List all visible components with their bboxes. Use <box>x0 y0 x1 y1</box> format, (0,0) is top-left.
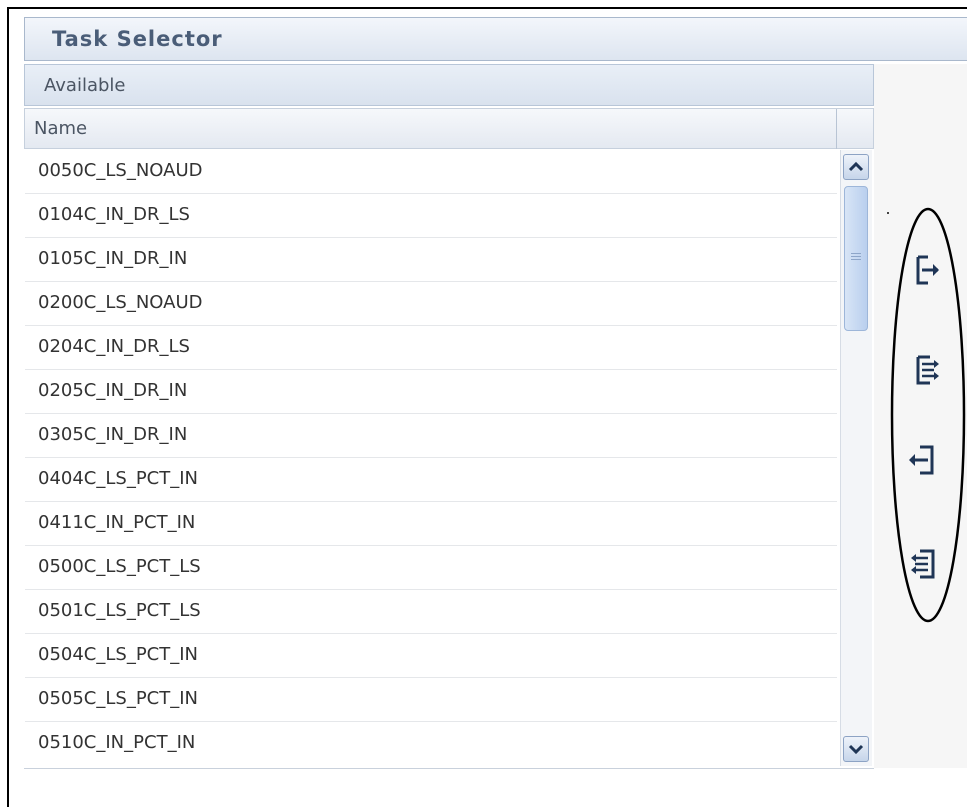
list-item-label: 0204C_IN_DR_LS <box>38 336 190 357</box>
list-item[interactable]: 0204C_IN_DR_LS <box>25 326 837 370</box>
scroll-down-button[interactable] <box>843 736 869 762</box>
list-item-label: 0404C_LS_PCT_IN <box>38 468 199 489</box>
list-item-label: 0500C_LS_PCT_LS <box>38 556 201 577</box>
list-item[interactable]: 0500C_LS_PCT_LS <box>25 546 837 590</box>
list-item-label: 0104C_IN_DR_LS <box>38 204 190 225</box>
move-right-icon <box>916 255 939 285</box>
list-item[interactable]: 0050C_LS_NOAUD <box>25 150 837 194</box>
page-title: Task Selector <box>52 27 223 51</box>
list-item[interactable]: 0411C_IN_PCT_IN <box>25 502 837 546</box>
available-label: Available <box>44 75 126 96</box>
move-all-left-icon <box>911 549 935 579</box>
move-left-icon <box>909 445 934 475</box>
list-item[interactable]: 0505C_LS_PCT_IN <box>25 678 837 722</box>
scroll-up-button[interactable] <box>843 154 869 180</box>
list-item[interactable]: 0200C_LS_NOAUD <box>25 282 837 326</box>
list-item[interactable]: 0205C_IN_DR_IN <box>25 370 837 414</box>
list-item[interactable]: 0104C_IN_DR_LS <box>25 194 837 238</box>
list-item-label: 0504C_LS_PCT_IN <box>38 644 199 665</box>
stray-dot <box>887 212 889 214</box>
move-left-button[interactable] <box>904 444 936 476</box>
list-item[interactable]: 0510C_IN_PCT_IN <box>25 722 837 766</box>
scrollbar-thumb[interactable] <box>844 186 868 331</box>
name-column-header[interactable]: Name <box>24 108 874 149</box>
move-all-right-button[interactable] <box>912 354 944 386</box>
list-item-label: 0505C_LS_PCT_IN <box>38 688 199 709</box>
move-all-right-icon <box>916 355 939 385</box>
grip-icon <box>851 253 861 263</box>
list-item-label: 0050C_LS_NOAUD <box>38 160 203 181</box>
chevron-up-icon <box>848 161 864 172</box>
available-panel: Available Name 0050C_LS_NOAUD 0104C_IN_D… <box>24 64 874 768</box>
task-list: 0050C_LS_NOAUD 0104C_IN_DR_LS 0105C_IN_D… <box>25 150 837 760</box>
list-item[interactable]: 0105C_IN_DR_IN <box>25 238 837 282</box>
list-item-label: 0305C_IN_DR_IN <box>38 424 188 445</box>
list-item[interactable]: 0504C_LS_PCT_IN <box>25 634 837 678</box>
move-all-left-button[interactable] <box>906 548 938 580</box>
list-item[interactable]: 0501C_LS_PCT_LS <box>25 590 837 634</box>
list-item-label: 0105C_IN_DR_IN <box>38 248 188 269</box>
name-column-label: Name <box>34 118 88 139</box>
list-item-label: 0501C_LS_PCT_LS <box>38 600 201 621</box>
column-divider <box>836 109 837 149</box>
move-right-button[interactable] <box>912 254 944 286</box>
list-item-label: 0510C_IN_PCT_IN <box>38 732 196 753</box>
list-item[interactable]: 0305C_IN_DR_IN <box>25 414 837 458</box>
vertical-scrollbar[interactable] <box>840 150 872 766</box>
list-item-label: 0200C_LS_NOAUD <box>38 292 203 313</box>
chevron-down-icon <box>848 744 864 755</box>
panel-bottom-border <box>24 768 874 769</box>
list-item-label: 0205C_IN_DR_IN <box>38 380 188 401</box>
list-item[interactable]: 0404C_LS_PCT_IN <box>25 458 837 502</box>
list-item-label: 0411C_IN_PCT_IN <box>38 512 196 533</box>
task-selector-header: Task Selector <box>24 17 967 61</box>
available-header: Available <box>24 64 874 106</box>
